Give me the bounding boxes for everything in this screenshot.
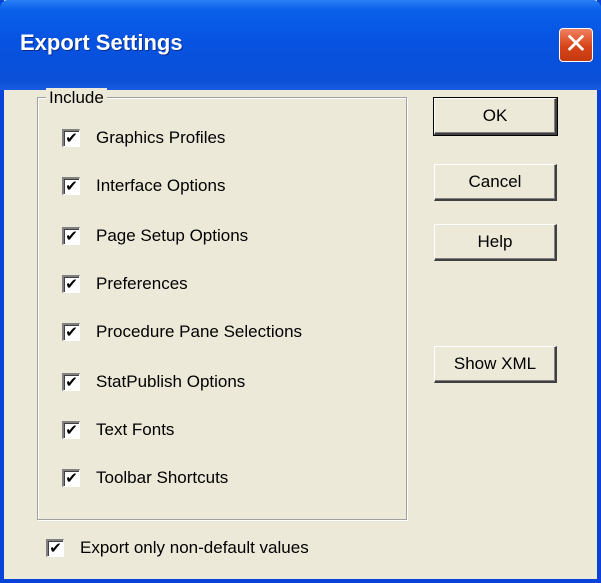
dialog-title: Export Settings xyxy=(20,30,183,55)
include-group-label: Include xyxy=(46,88,107,108)
checkbox-icon[interactable]: ✔ xyxy=(46,539,64,557)
checkbox-label: Export only non-default values xyxy=(80,538,309,557)
show-xml-button[interactable]: Show XML xyxy=(434,346,557,383)
checkbox-icon[interactable]: ✔ xyxy=(62,129,80,147)
checkbox-label: Text Fonts xyxy=(96,420,175,439)
checkbox-label: StatPublish Options xyxy=(96,372,246,391)
checkbox-icon[interactable]: ✔ xyxy=(62,227,80,245)
checkbox-icon[interactable]: ✔ xyxy=(62,469,80,487)
checkbox-label: Graphics Profiles xyxy=(96,128,226,147)
include-group-box xyxy=(37,97,407,520)
close-icon[interactable]: ✕ xyxy=(559,28,593,62)
checkbox-icon[interactable]: ✔ xyxy=(62,323,80,341)
help-button[interactable]: Help xyxy=(434,224,557,261)
cancel-button[interactable]: Cancel xyxy=(434,164,557,201)
title-bar[interactable]: Export Settings ✕ xyxy=(0,0,601,90)
checkbox-label: Preferences xyxy=(96,274,188,293)
checkbox-icon[interactable]: ✔ xyxy=(62,275,80,293)
checkbox-label: Toolbar Shortcuts xyxy=(96,468,229,487)
checkbox-label: Page Setup Options xyxy=(96,226,249,245)
checkbox-label: Interface Options xyxy=(96,176,226,195)
checkbox-icon[interactable]: ✔ xyxy=(62,373,80,391)
ok-button[interactable]: OK xyxy=(433,97,558,136)
checkbox-label: Procedure Pane Selections xyxy=(96,322,303,341)
checkbox-icon[interactable]: ✔ xyxy=(62,421,80,439)
checkbox-icon[interactable]: ✔ xyxy=(62,177,80,195)
